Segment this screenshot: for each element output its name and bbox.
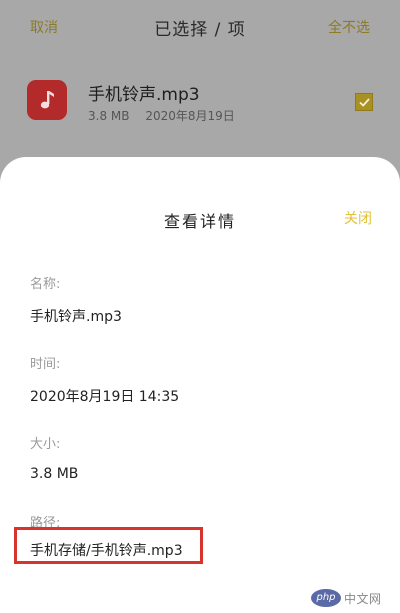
php-logo: php — [311, 589, 341, 607]
name-value: 手机铃声.mp3 — [30, 309, 122, 325]
file-name: 手机铃声.mp3 — [88, 85, 200, 105]
name-label: 名称: — [30, 277, 61, 292]
path-value: 手机存储/手机铃声.mp3 — [30, 543, 183, 559]
file-date: 2020年8月19日 — [145, 109, 235, 123]
watermark-text: 中文网 — [344, 591, 382, 606]
size-value: 3.8 MB — [30, 466, 79, 482]
time-field: 时间: 2020年8月19日 14:35 — [30, 353, 179, 406]
file-checkbox[interactable] — [355, 93, 373, 111]
time-label: 时间: — [30, 357, 61, 372]
music-note-icon — [40, 91, 54, 109]
file-list-item[interactable]: 手机铃声.mp3 3.8 MB 2020年8月19日 — [0, 72, 400, 134]
close-button[interactable]: 关闭 — [344, 208, 372, 228]
screen: 取消 已选择 / 项 全不选 手机铃声.mp3 3.8 MB 2020年8月19… — [0, 0, 400, 613]
file-meta: 3.8 MB 2020年8月19日 — [88, 107, 235, 124]
file-size: 3.8 MB — [88, 109, 130, 123]
select-none-button[interactable]: 全不选 — [328, 17, 370, 37]
watermark: php 中文网 — [311, 588, 395, 608]
selection-toolbar: 取消 已选择 / 项 全不选 — [0, 0, 400, 56]
details-sheet: 查看详情 关闭 名称: 手机铃声.mp3 时间: 2020年8月19日 14:3… — [0, 157, 400, 613]
name-field: 名称: 手机铃声.mp3 — [30, 273, 122, 326]
time-value: 2020年8月19日 14:35 — [30, 389, 180, 405]
checkmark-icon — [359, 98, 370, 107]
sheet-title: 查看详情 — [163, 212, 236, 231]
size-field: 大小: 3.8 MB — [30, 433, 78, 482]
music-file-icon — [27, 80, 67, 120]
size-label: 大小: — [30, 437, 61, 452]
